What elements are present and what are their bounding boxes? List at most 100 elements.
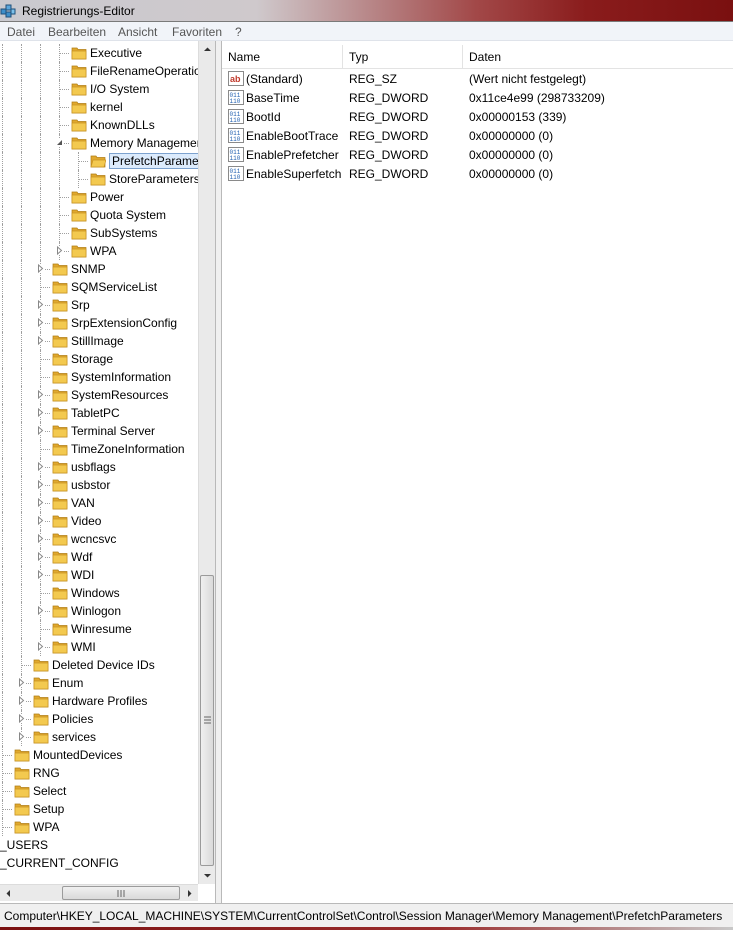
tree-node[interactable]: usbflags [0,458,198,476]
menu-favoriten[interactable]: Favoriten [172,25,222,39]
tree-vertical-scroll-thumb[interactable] [200,575,214,866]
tree-node[interactable]: WPA [0,242,198,260]
collapsed-arrow-icon[interactable] [36,642,45,651]
scroll-up-arrow-icon[interactable] [199,41,216,58]
tree-node[interactable]: PrefetchParameters [0,152,215,170]
column-header-name[interactable]: Name [222,45,343,69]
tree-node[interactable]: _CURRENT_CONFIG [0,854,198,872]
scroll-grip-icon [204,716,211,724]
folder-icon [33,658,49,672]
tree-node[interactable]: usbstor [0,476,198,494]
tree-node[interactable]: Winresume [0,620,198,638]
tree-node[interactable]: SubSystems [0,224,198,242]
expanded-arrow-icon[interactable] [55,138,64,147]
tree-node[interactable]: _USERS [0,836,198,854]
collapsed-arrow-icon[interactable] [17,714,26,723]
collapsed-arrow-icon[interactable] [36,534,45,543]
tree-node[interactable]: Wdf [0,548,198,566]
collapsed-arrow-icon[interactable] [36,462,45,471]
collapsed-arrow-icon[interactable] [36,606,45,615]
collapsed-arrow-icon[interactable] [17,696,26,705]
menu-bearbeiten[interactable]: Bearbeiten [48,25,106,39]
tree-connector [2,368,3,386]
tree-node[interactable]: SystemInformation [0,368,198,386]
tree-node[interactable]: Windows [0,584,198,602]
tree-node[interactable]: Storage [0,350,198,368]
tree-connector [21,440,22,458]
tree-node[interactable]: Video [0,512,198,530]
tree-connector [40,98,41,116]
tree-node[interactable]: Winlogon [0,602,198,620]
collapsed-arrow-icon[interactable] [36,318,45,327]
collapsed-arrow-icon[interactable] [36,390,45,399]
value-row[interactable]: 011 110 BootId REG_DWORD 0x00000153 (339) [222,107,733,126]
value-row[interactable]: 011 110 EnablePrefetcher REG_DWORD 0x0000000… [222,145,733,164]
value-row[interactable]: 011 110 BaseTime REG_DWORD 0x11ce4e99 (29873… [222,88,733,107]
menu-ansicht[interactable]: Ansicht [118,25,157,39]
tree-node[interactable]: Memory Management [0,134,207,152]
tree-node[interactable]: Executive [0,44,198,62]
collapsed-arrow-icon[interactable] [36,570,45,579]
tree-node[interactable]: KnownDLLs [0,116,198,134]
collapsed-arrow-icon[interactable] [36,300,45,309]
collapsed-arrow-icon[interactable] [36,480,45,489]
value-row[interactable]: ab (Standard) REG_SZ (Wert nicht festgelegt… [222,69,733,88]
collapsed-arrow-icon[interactable] [36,426,45,435]
tree-node[interactable]: StoreParameters [0,170,200,188]
collapsed-arrow-icon[interactable] [55,246,64,255]
tree-node[interactable]: Setup [0,800,198,818]
menu-help[interactable]: ? [235,25,242,39]
tree-node[interactable]: Terminal Server [0,422,198,440]
tree-node[interactable]: SrpExtensionConfig [0,314,198,332]
tree-node[interactable]: kernel [0,98,198,116]
tree-node[interactable]: WMI [0,638,198,656]
tree-connector [59,215,69,216]
tree-node[interactable]: wcncsvc [0,530,198,548]
tree-node[interactable]: SNMP [0,260,198,278]
tree-node[interactable]: SQMServiceList [0,278,198,296]
tree-node[interactable]: TabletPC [0,404,198,422]
registry-tree[interactable]: Executive FileRenameOperations I/O System k… [0,41,216,903]
tree-node[interactable]: I/O System [0,80,198,98]
tree-node[interactable]: Policies [0,710,198,728]
tree-node[interactable]: Srp [0,296,198,314]
tree-node[interactable]: Deleted Device IDs [0,656,198,674]
tree-node[interactable]: WDI [0,566,198,584]
collapsed-arrow-icon[interactable] [36,408,45,417]
value-row[interactable]: 011 110 EnableBootTrace REG_DWORD 0x00000000… [222,126,733,145]
tree-node[interactable]: services [0,728,198,746]
tree-node[interactable]: Quota System [0,206,198,224]
tree-node[interactable]: SystemResources [0,386,198,404]
collapsed-arrow-icon[interactable] [17,732,26,741]
tree-horizontal-scroll-thumb[interactable] [62,886,180,900]
scroll-left-arrow-icon[interactable] [0,885,17,902]
tree-connector [2,809,12,810]
tree-node[interactable]: TimeZoneInformation [0,440,198,458]
tree-node[interactable]: Hardware Profiles [0,692,198,710]
folder-icon [71,64,87,78]
tree-node[interactable]: RNG [0,764,198,782]
scroll-down-arrow-icon[interactable] [199,867,216,884]
collapsed-arrow-icon[interactable] [17,678,26,687]
values-list[interactable]: Name Typ Daten ab (Standard) REG_SZ (Wert n… [221,41,733,903]
collapsed-arrow-icon[interactable] [36,498,45,507]
tree-horizontal-scrollbar[interactable] [0,884,198,901]
tree-node[interactable]: VAN [0,494,198,512]
column-header-data[interactable]: Daten [463,45,733,69]
scroll-right-arrow-icon[interactable] [181,885,198,902]
tree-node[interactable]: WPA [0,818,198,836]
tree-vertical-scrollbar[interactable] [198,41,215,884]
tree-node[interactable]: StillImage [0,332,198,350]
tree-node[interactable]: MountedDevices [0,746,198,764]
tree-node[interactable]: Enum [0,674,198,692]
menu-datei[interactable]: Datei [7,25,35,39]
collapsed-arrow-icon[interactable] [36,264,45,273]
tree-node[interactable]: FileRenameOperations [0,62,213,80]
collapsed-arrow-icon[interactable] [36,336,45,345]
collapsed-arrow-icon[interactable] [36,516,45,525]
collapsed-arrow-icon[interactable] [36,552,45,561]
column-header-type[interactable]: Typ [343,45,463,69]
tree-node[interactable]: Power [0,188,198,206]
value-row[interactable]: 011 110 EnableSuperfetch REG_DWORD 0x0000000… [222,164,733,183]
tree-node[interactable]: Select [0,782,198,800]
